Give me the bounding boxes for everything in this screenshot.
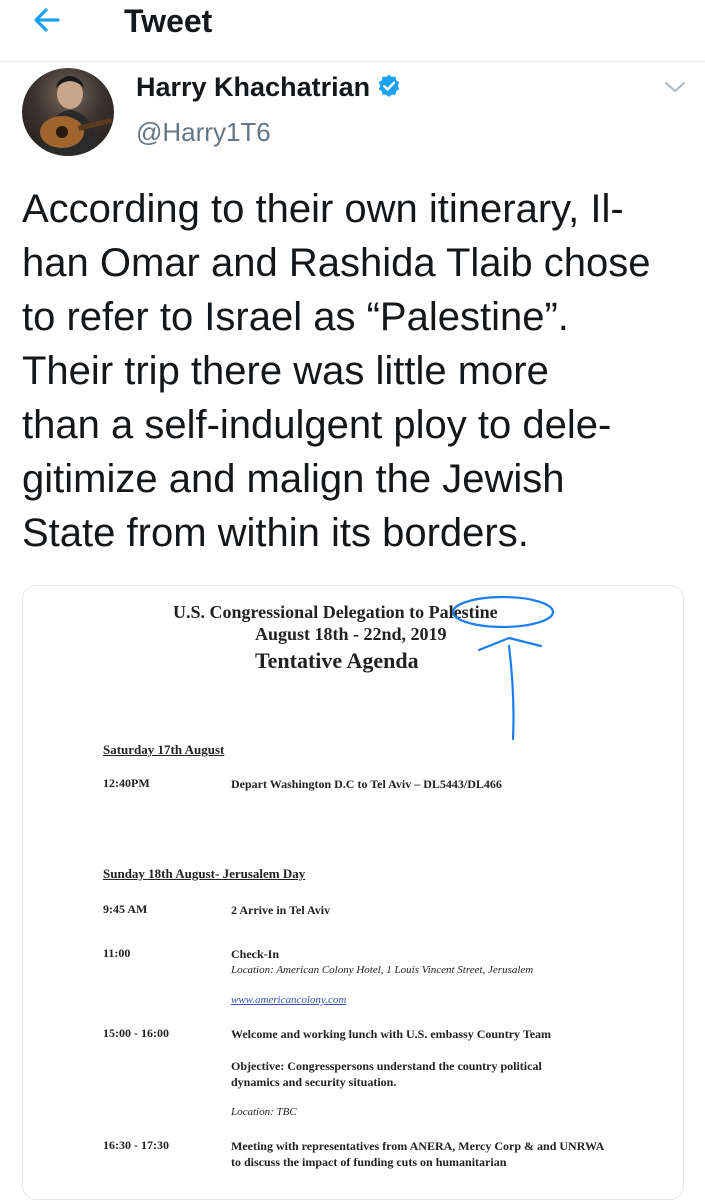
- back-button[interactable]: [28, 2, 72, 42]
- avatar[interactable]: [22, 68, 114, 156]
- author-handle[interactable]: @Harry1T6: [136, 116, 271, 148]
- arrow-left-icon: [34, 8, 60, 32]
- tweet-line: gitimize and malign the Jewish: [22, 457, 565, 501]
- agenda-description: Check-In: [231, 947, 280, 961]
- author-name[interactable]: Harry Khachatrian: [136, 70, 402, 104]
- document-title: U.S. Congressional Delegation to Palesti…: [173, 602, 498, 622]
- agenda-description: Welcome and working lunch with U.S. emba…: [231, 1027, 552, 1041]
- agenda-time: 15:00 - 16:00: [103, 1026, 169, 1040]
- document-agenda-heading: Tentative Agenda: [255, 648, 419, 673]
- agenda-time: 16:30 - 17:30: [103, 1138, 169, 1152]
- page-title: Tweet: [124, 3, 213, 39]
- agenda-description: Depart Washington D.C to Tel Aviv – DL54…: [231, 777, 502, 791]
- agenda-link: www.americancolony.com: [231, 994, 347, 1006]
- agenda-time: 12:40PM: [103, 776, 150, 790]
- agenda-location: Location: TBC: [231, 1106, 297, 1118]
- tweet-line: State from within its borders.: [22, 511, 529, 555]
- agenda-description: Meeting with representatives from ANERA,…: [231, 1139, 604, 1169]
- tweet-media-image[interactable]: U.S. Congressional Delegation to Palesti…: [22, 585, 684, 1200]
- tweet-line: than a self-indulgent ploy to dele-: [22, 403, 612, 447]
- agenda-time: 9:45 AM: [103, 902, 148, 916]
- tweet-text: According to their own itinerary, Il- ha…: [22, 182, 702, 560]
- verified-badge-icon: [378, 74, 400, 97]
- document-dates: August 18th - 22nd, 2019: [255, 624, 447, 644]
- author-name-text: Harry Khachatrian: [136, 72, 371, 102]
- day-heading: Sunday 18th August- Jerusalem Day: [103, 866, 306, 881]
- agenda-description: 2 Arrive in Tel Aviv: [231, 903, 331, 917]
- tweet-line: han Omar and Rashida Tlaib chose: [22, 241, 651, 285]
- tweet-line: to refer to Israel as “Palestine”.: [22, 295, 569, 339]
- agenda-location: Location: American Colony Hotel, 1 Louis…: [231, 964, 534, 976]
- agenda-objective: Objective: Congresspersons understand th…: [231, 1059, 542, 1089]
- itinerary-document: U.S. Congressional Delegation to Palesti…: [23, 586, 683, 1199]
- chevron-down-icon[interactable]: [662, 76, 688, 98]
- top-bar: Tweet: [0, 0, 705, 62]
- agenda-time: 11:00: [103, 946, 131, 960]
- tweet-line: Their trip there was little more: [22, 349, 549, 393]
- tweet-line: According to their own itinerary, Il-: [22, 187, 624, 231]
- day-heading: Saturday 17th August: [103, 742, 225, 757]
